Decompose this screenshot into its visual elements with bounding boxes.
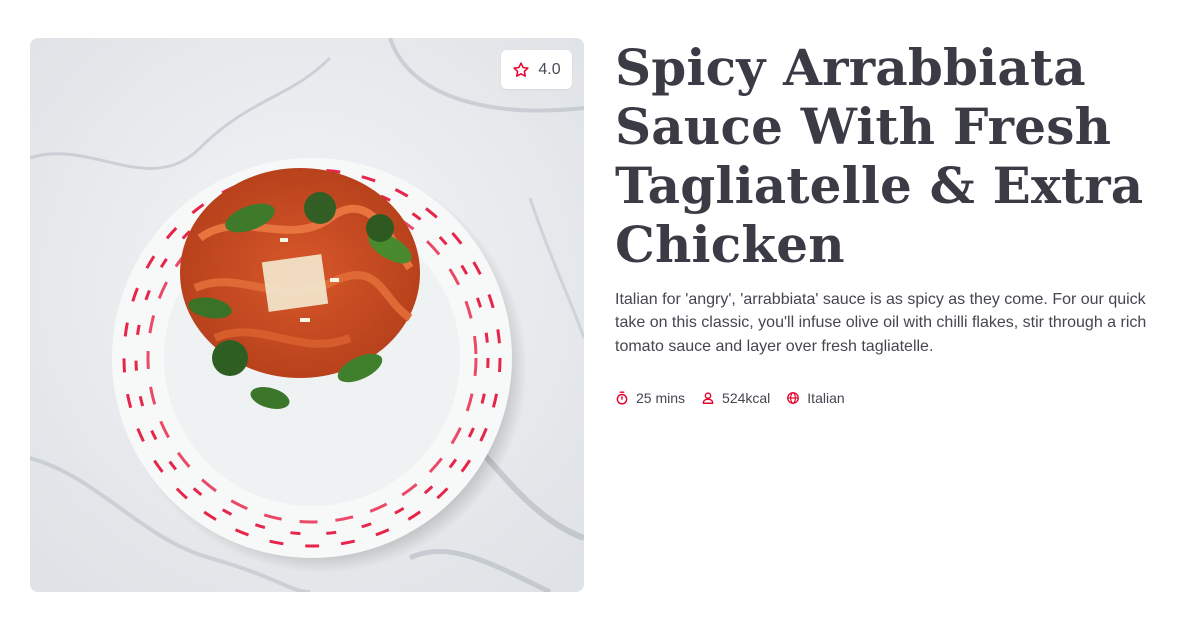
recipe-description: Italian for 'angry', 'arrabbiata' sauce … bbox=[615, 291, 1147, 355]
meta-cuisine: Italian bbox=[786, 389, 845, 406]
meta-time-value: 25 mins bbox=[636, 389, 686, 406]
recipe-image bbox=[30, 38, 584, 592]
recipe-meta: 25 mins 524kcal Italian bbox=[615, 390, 1175, 406]
person-icon bbox=[702, 392, 714, 404]
meta-calories-value: 524kcal bbox=[722, 389, 771, 406]
recipe-title: Spicy Arrabbiata Sauce With Fresh Taglia… bbox=[615, 38, 1144, 274]
rating-value: 4.0 bbox=[538, 60, 561, 78]
meta-cuisine-value: Italian bbox=[807, 389, 845, 406]
meta-calories: 524kcal bbox=[701, 390, 770, 406]
star-outline-icon bbox=[513, 61, 530, 77]
meta-time: 25 mins bbox=[615, 390, 685, 406]
globe-icon bbox=[787, 391, 800, 404]
stopwatch-icon bbox=[616, 391, 628, 405]
recipe-photo-illustration bbox=[30, 38, 584, 592]
rating-badge: 4.0 bbox=[501, 50, 572, 89]
recipe-details: Spicy Arrabbiata Sauce With Fresh Taglia… bbox=[615, 38, 1175, 406]
